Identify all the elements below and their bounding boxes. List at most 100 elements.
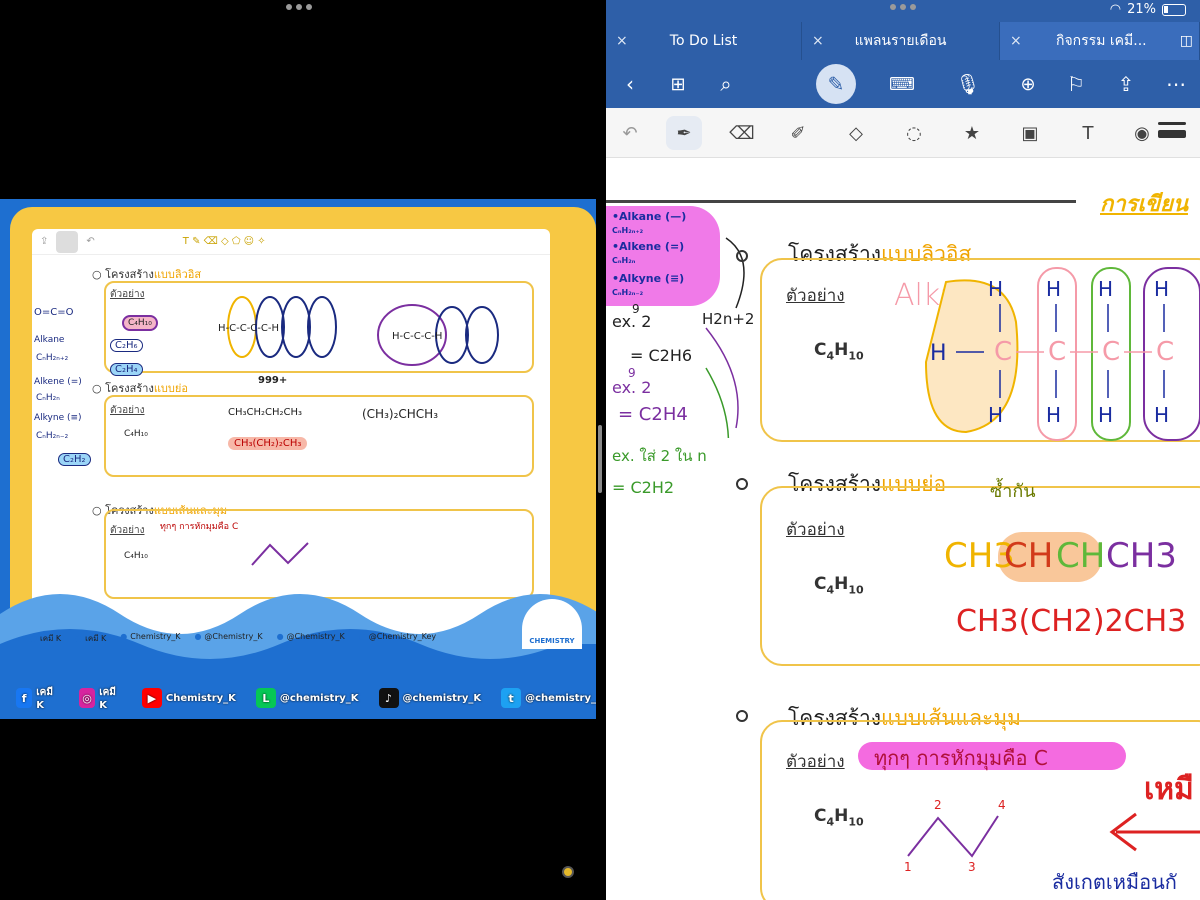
- svg-text:C: C: [1048, 337, 1066, 367]
- margin-note: ex. ใส่ 2 ใน n: [612, 447, 707, 465]
- condensed-formula: CH3(CH2)2CH3: [956, 604, 1187, 639]
- youtube-link[interactable]: ▶ Chemistry_K: [141, 685, 236, 711]
- red-arrow: [1109, 812, 1200, 852]
- main-toolbar: ‹ ⊞ ⌕ ✎ ⌨ 🎙 ⊕ ⚐ ⇪ ⋯: [606, 60, 1200, 108]
- pen-tool-icon[interactable]: ✒: [666, 116, 702, 150]
- document-tabs: × To Do List × แพลนรายเดือน × กิจกรรม เค…: [606, 22, 1200, 60]
- line-link[interactable]: L @chemistry_K: [255, 685, 359, 711]
- video-formula: C₄H₁₀: [124, 429, 148, 439]
- facebook-link[interactable]: f เคมี K: [16, 685, 59, 711]
- battery-percent: 21%: [1127, 2, 1156, 17]
- sticker-icon[interactable]: ★: [954, 116, 990, 150]
- video-social-item: Chemistry_K: [120, 632, 180, 645]
- video-example-label: ตัวอย่าง: [110, 525, 145, 536]
- condensed-ch: CH: [1004, 536, 1054, 576]
- video-annotation: 999+: [258, 375, 288, 386]
- bottom-social-links: f เคมี K ◎ เคมี K ▶ Chemistry_K L @chemistry…: [16, 685, 596, 711]
- shapes-icon[interactable]: ◇: [838, 116, 874, 150]
- twitter-link[interactable]: t @chemistry_: [501, 685, 596, 711]
- split-screen: ⇪ ↶ T ✎ ⌫ ◇ ⬠ ☺ ✧ ○ โครงสร้างแบบลิวอิส ต…: [0, 0, 1200, 900]
- margin-note: ex. 2: [612, 378, 652, 397]
- close-icon[interactable]: ×: [812, 33, 824, 49]
- tiktok-link[interactable]: ♪ @chemistry_K: [378, 685, 481, 711]
- undo-icon: ↶: [86, 236, 95, 247]
- video-formula: C₄H₁₀: [124, 551, 148, 561]
- section3-bullet: [736, 710, 748, 722]
- grid-icon[interactable]: ⊞: [658, 60, 698, 108]
- instagram-link[interactable]: ◎ เคมี K: [78, 685, 122, 711]
- video-margin-note: Alkyne (≡): [34, 413, 82, 423]
- video-social-item: เคมี K: [30, 632, 61, 645]
- video-margin-note: CₙH₂ₙ₋₂: [36, 431, 69, 441]
- video-margin-note: C₂H₄: [110, 363, 143, 376]
- example-label: ตัวอย่าง: [786, 286, 845, 306]
- search-icon[interactable]: ⌕: [706, 60, 746, 108]
- zigzag-label: 2: [934, 798, 942, 812]
- video-margin-note: O=C=O: [34, 307, 74, 318]
- margin-note: = C2H2: [612, 478, 675, 497]
- zigzag-drawing: [907, 815, 999, 858]
- image-icon[interactable]: ▣: [1012, 116, 1048, 150]
- video-condensed-1: CH₃CH₂CH₂CH₃: [228, 407, 303, 418]
- close-icon[interactable]: ×: [1010, 33, 1022, 49]
- eraser-icon[interactable]: ⌫: [724, 116, 760, 150]
- share-icon[interactable]: ⇪: [1106, 60, 1146, 108]
- keyboard-icon[interactable]: ⌨: [882, 60, 922, 108]
- tab-monthly-plan[interactable]: × แพลนรายเดือน: [802, 22, 1000, 60]
- svg-text:H: H: [988, 277, 1003, 301]
- svg-text:H: H: [930, 341, 947, 366]
- multitask-handle-left[interactable]: [286, 4, 312, 16]
- tool-icons: T ✎ ⌫ ◇ ⬠ ☺ ✧: [182, 236, 266, 247]
- app-header: ◠ 21% × To Do List × แพลนรายเดือน × กิจก…: [606, 0, 1200, 108]
- undo-icon[interactable]: ↶: [612, 116, 648, 150]
- tab-chemistry-activity[interactable]: × กิจกรรม เคมี... ◫: [1000, 22, 1200, 60]
- zigzag-label: 1: [904, 860, 912, 874]
- close-icon[interactable]: ×: [616, 33, 628, 49]
- video-lewis-sketch: H-C-C-C-C-H H-C-C-C-H: [218, 296, 499, 366]
- microphone-icon[interactable]: 🎙: [948, 60, 988, 108]
- example-label: ตัวอย่าง: [786, 752, 845, 772]
- tab-todo-list[interactable]: × To Do List: [606, 22, 802, 60]
- side-red-note: เหมื: [1144, 772, 1194, 807]
- tab-label: กิจกรรม เคมี...: [1056, 33, 1147, 49]
- pen-thickness-icon[interactable]: [1158, 122, 1186, 143]
- back-icon[interactable]: ‹: [610, 60, 650, 108]
- svg-text:H: H: [1046, 277, 1061, 301]
- lewis-structure-drawing: H H H H H C C C C H H H H: [924, 267, 1200, 441]
- video-margin-note: CₙH₂ₙ₊₂: [36, 353, 69, 363]
- pink-note-line: CₙH₂ₙ: [612, 256, 636, 265]
- split-icon[interactable]: ◫: [1180, 33, 1193, 49]
- svg-text:H: H: [988, 403, 1003, 427]
- video-condensed-3: CH₃(CH₂)₂CH₃: [228, 437, 308, 450]
- add-page-icon[interactable]: ⊕: [1008, 60, 1048, 108]
- margin-note: 9: [632, 302, 640, 316]
- camera-icon[interactable]: ◉: [1124, 116, 1160, 150]
- highlighter-icon[interactable]: ✐: [780, 116, 816, 150]
- svg-text:H: H: [1154, 403, 1169, 427]
- pip-badge-icon[interactable]: [562, 866, 574, 878]
- example-label: ตัวอย่าง: [786, 520, 845, 540]
- line-icon: L: [255, 688, 276, 708]
- video-margin-note: C₂H₆: [110, 339, 143, 352]
- repeated-annotation: ซ้ำกัน: [990, 481, 1036, 502]
- video-social-item: @Chemistry_K: [194, 632, 262, 645]
- lasso-icon[interactable]: ◌: [896, 116, 932, 150]
- facebook-icon: f: [16, 688, 33, 708]
- svg-text:C: C: [994, 337, 1012, 367]
- bookmark-icon[interactable]: ⚐: [1056, 60, 1096, 108]
- more-icon[interactable]: ⋯: [1156, 60, 1196, 108]
- condensed-ch3: CH3: [1106, 536, 1177, 576]
- left-pane-video: ⇪ ↶ T ✎ ⌫ ◇ ⬠ ☺ ✧ ○ โครงสร้างแบบลิวอิส ต…: [0, 0, 604, 900]
- multitask-handle-right[interactable]: [890, 4, 916, 16]
- drawing-tools-bar: ↶ ✒ ⌫ ✐ ◇ ◌ ★ ▣ T ◉: [606, 108, 1200, 158]
- zigzag-label: 4: [998, 798, 1006, 812]
- note-page[interactable]: การเขียน •Alkane (—) CₙH₂ₙ₊₂ •Alkene (=)…: [606, 158, 1200, 900]
- split-view-divider[interactable]: [598, 425, 602, 493]
- battery-icon: [1162, 3, 1186, 16]
- tab-label: แพลนรายเดือน: [854, 33, 947, 49]
- lesson-video-frame[interactable]: ⇪ ↶ T ✎ ⌫ ◇ ⬠ ☺ ✧ ○ โครงสร้างแบบลิวอิส ต…: [0, 199, 596, 719]
- text-tool-icon[interactable]: T: [1070, 116, 1106, 150]
- pen-mode-icon[interactable]: ✎: [816, 60, 856, 108]
- svg-text:H: H: [1046, 403, 1061, 427]
- zigzag-label: 3: [968, 860, 976, 874]
